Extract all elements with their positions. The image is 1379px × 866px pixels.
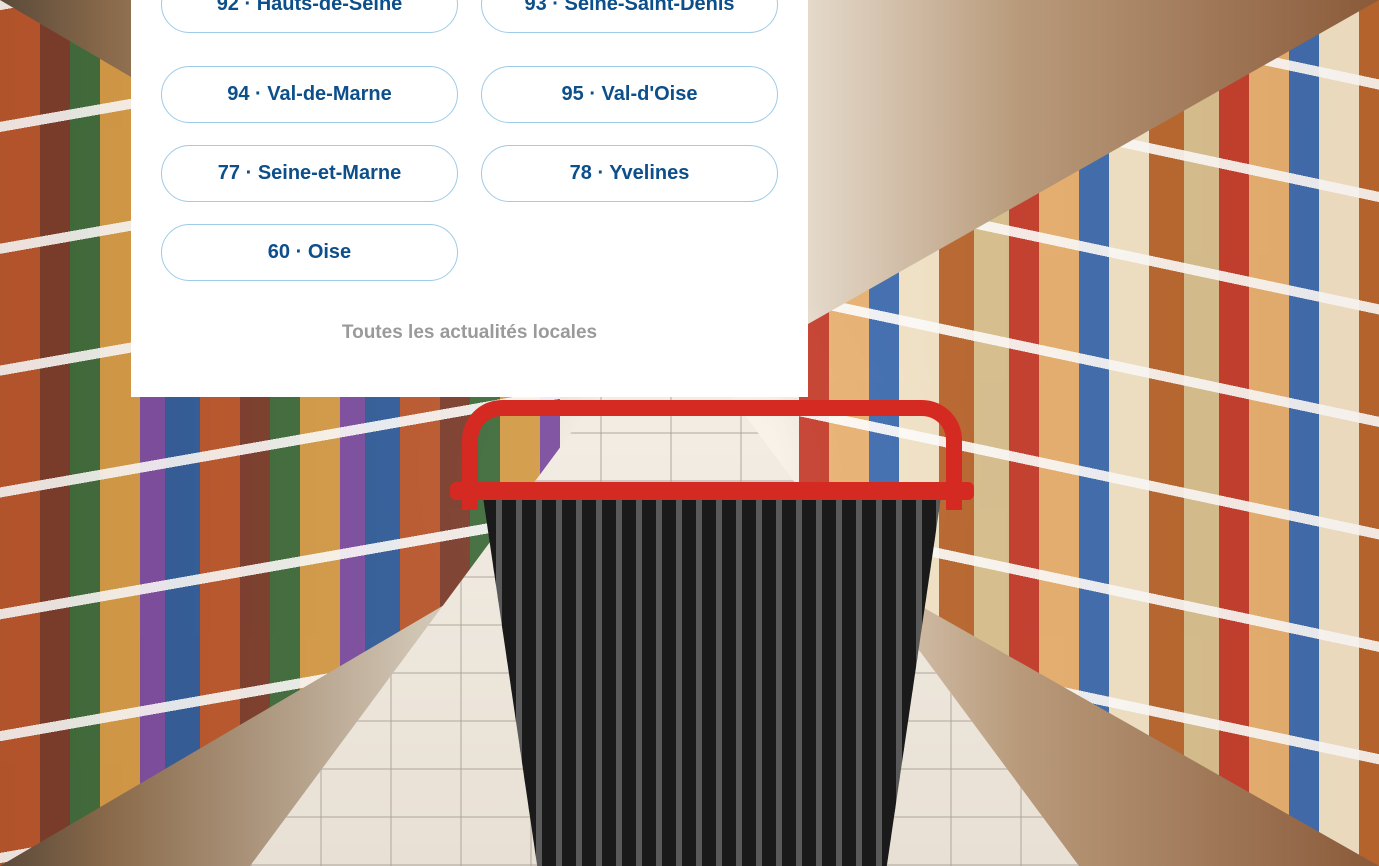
basket-body: [482, 490, 942, 866]
department-button-77[interactable]: 77 · Seine-et-Marne: [161, 145, 458, 202]
department-button-94[interactable]: 94 · Val-de-Marne: [161, 66, 458, 123]
shopping-basket: [450, 400, 974, 866]
basket-rim: [450, 482, 974, 500]
department-button-60[interactable]: 60 · Oise: [161, 224, 458, 281]
department-menu-panel: 92 · Hauts-de-Seine 93 · Seine-Saint-Den…: [131, 0, 808, 397]
department-button-78[interactable]: 78 · Yvelines: [481, 145, 778, 202]
all-local-news-link[interactable]: Toutes les actualités locales: [131, 322, 808, 344]
department-button-93[interactable]: 93 · Seine-Saint-Denis: [481, 0, 778, 33]
department-button-92[interactable]: 92 · Hauts-de-Seine: [161, 0, 458, 33]
department-button-95[interactable]: 95 · Val-d'Oise: [481, 66, 778, 123]
